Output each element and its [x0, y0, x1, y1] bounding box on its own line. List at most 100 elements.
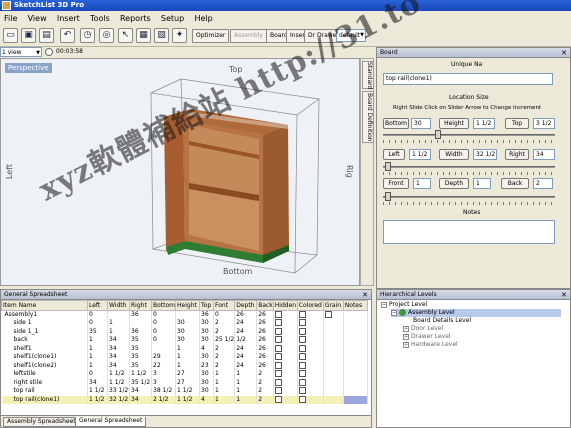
right-button[interactable]: Right: [505, 149, 529, 160]
depth-field[interactable]: 1: [473, 178, 491, 189]
colored-checkbox[interactable]: [298, 395, 306, 403]
table-cell[interactable]: 35: [129, 353, 152, 362]
table-cell[interactable]: 1: [87, 353, 108, 362]
open-folder-icon[interactable]: ▤: [39, 28, 54, 43]
col-back[interactable]: Back: [256, 300, 274, 311]
table-cell[interactable]: 24: [234, 327, 258, 336]
table-cell[interactable]: 22: [151, 361, 177, 370]
view-select[interactable]: 1 view ▼: [0, 47, 42, 57]
table-cell[interactable]: 34: [129, 387, 152, 396]
col-right[interactable]: Right: [129, 300, 152, 311]
left-field[interactable]: 1 1/2: [409, 149, 431, 160]
table-cell[interactable]: shelf1: [1, 344, 88, 353]
table-cell[interactable]: 34: [107, 344, 130, 353]
table-cell[interactable]: 26: [256, 310, 274, 319]
table-cell[interactable]: 1/2: [234, 336, 258, 345]
menu-tools[interactable]: Tools: [86, 11, 114, 24]
table-cell[interactable]: 34: [107, 361, 130, 370]
table-cell[interactable]: 2: [213, 327, 236, 336]
notes-cell[interactable]: [343, 344, 368, 353]
optimizer-button[interactable]: Optimizer: [192, 29, 230, 43]
table-cell[interactable]: 1: [213, 387, 236, 396]
table-cell[interactable]: side 1: [1, 319, 88, 328]
close-icon[interactable]: ✕: [560, 49, 568, 57]
table-cell[interactable]: 1 1/2: [129, 370, 152, 379]
table-cell[interactable]: side 1_1: [1, 327, 88, 336]
tab-assembly-spreadsheet[interactable]: Assembly Spreadsheet: [3, 417, 80, 427]
colored-checkbox-cell[interactable]: [297, 327, 324, 336]
tab-board-definition[interactable]: Board Definition: [362, 91, 374, 143]
col-top[interactable]: Top: [199, 300, 215, 311]
back-field[interactable]: 2: [533, 178, 553, 189]
table-cell[interactable]: 1 1/2: [175, 387, 201, 396]
hidden-checkbox[interactable]: [274, 353, 282, 361]
table-cell[interactable]: 24: [234, 344, 258, 353]
table-cell[interactable]: 35: [129, 344, 152, 353]
undo-icon[interactable]: ↶: [60, 28, 75, 43]
col-colored[interactable]: Colored: [296, 300, 324, 311]
table-cell[interactable]: top rail: [1, 387, 88, 396]
table-row[interactable]: side 1_1 35 1 36 0 30 30 2 24 26: [1, 327, 368, 336]
table-row[interactable]: Assembly1 0 36 0 36 0 26 26: [1, 310, 368, 319]
table-cell[interactable]: shelf1(clone1): [1, 353, 88, 362]
col-bottom[interactable]: Bottom: [150, 300, 177, 311]
grain-cell[interactable]: [323, 395, 344, 404]
notes-cell[interactable]: [343, 387, 368, 396]
hidden-checkbox-cell[interactable]: [273, 387, 298, 396]
table-cell[interactable]: 1: [87, 344, 108, 353]
table-row[interactable]: shelf1(clone1) 1 34 35 29 1 30 2 24 26: [1, 353, 368, 362]
colored-checkbox-cell[interactable]: [297, 353, 324, 362]
table-cell[interactable]: 24: [234, 361, 258, 370]
slider-thumb[interactable]: [385, 162, 391, 171]
table-row[interactable]: shelf1(clone2) 1 34 35 22 1 23 2 24 26: [1, 361, 368, 370]
hidden-checkbox-cell[interactable]: [273, 327, 298, 336]
colored-checkbox-cell[interactable]: [297, 344, 324, 353]
notes-cell[interactable]: [343, 370, 368, 379]
table-cell[interactable]: 0: [151, 336, 177, 345]
colored-checkbox[interactable]: [298, 370, 306, 378]
table-cell[interactable]: 26: [256, 353, 274, 362]
table-cell[interactable]: 34: [87, 378, 108, 387]
table-cell[interactable]: 27: [175, 370, 201, 379]
colored-checkbox[interactable]: [298, 327, 306, 335]
table-cell[interactable]: 1: [234, 370, 258, 379]
left-button[interactable]: Left: [383, 149, 405, 160]
table-cell[interactable]: 30: [199, 370, 215, 379]
colored-checkbox-cell[interactable]: [297, 310, 324, 319]
col-width[interactable]: Width: [107, 300, 130, 311]
colored-checkbox[interactable]: [298, 336, 306, 344]
top-field[interactable]: 3 1/2: [533, 118, 555, 129]
table-cell[interactable]: 2 1/2: [151, 395, 177, 404]
table-cell[interactable]: 33 1/2: [107, 387, 130, 396]
col-height[interactable]: Height: [175, 300, 201, 311]
table-cell[interactable]: right stile: [1, 378, 88, 387]
table-cell[interactable]: 1 1/2: [87, 395, 108, 404]
grain-cell[interactable]: [323, 353, 344, 362]
hidden-checkbox-cell[interactable]: [273, 336, 298, 345]
table-cell[interactable]: 1: [87, 336, 108, 345]
table-cell[interactable]: 36: [129, 310, 152, 319]
hidden-checkbox-cell[interactable]: [273, 395, 298, 404]
grain-checkbox[interactable]: [324, 311, 332, 318]
front-button[interactable]: Front: [383, 178, 409, 189]
table-cell[interactable]: 0: [87, 310, 108, 319]
hidden-checkbox-cell[interactable]: [273, 370, 298, 379]
tree-item-door-level[interactable]: + Door Level: [403, 325, 443, 333]
menu-setup[interactable]: Setup: [157, 11, 188, 24]
width-field[interactable]: 32 1/2: [473, 149, 497, 160]
table-cell[interactable]: 1: [234, 387, 258, 396]
collapse-icon[interactable]: −: [391, 309, 397, 316]
table-cell[interactable]: 30: [199, 336, 215, 345]
table-cell[interactable]: 36: [199, 310, 215, 319]
table-cell[interactable]: 26: [256, 319, 274, 328]
hidden-checkbox-cell[interactable]: [273, 361, 298, 370]
table-row[interactable]: top rail 1 1/2 33 1/2 34 38 1/2 1 1/2 30 1 1 2: [1, 387, 368, 396]
table-cell[interactable]: [175, 310, 201, 319]
hidden-checkbox-cell[interactable]: [273, 310, 298, 319]
colored-checkbox[interactable]: [298, 378, 306, 386]
table-cell[interactable]: 0: [213, 310, 236, 319]
grain-cell[interactable]: [323, 327, 344, 336]
table-cell[interactable]: 24: [234, 353, 258, 362]
collapse-icon[interactable]: −: [381, 301, 387, 308]
table-cell[interactable]: 30: [199, 319, 215, 328]
